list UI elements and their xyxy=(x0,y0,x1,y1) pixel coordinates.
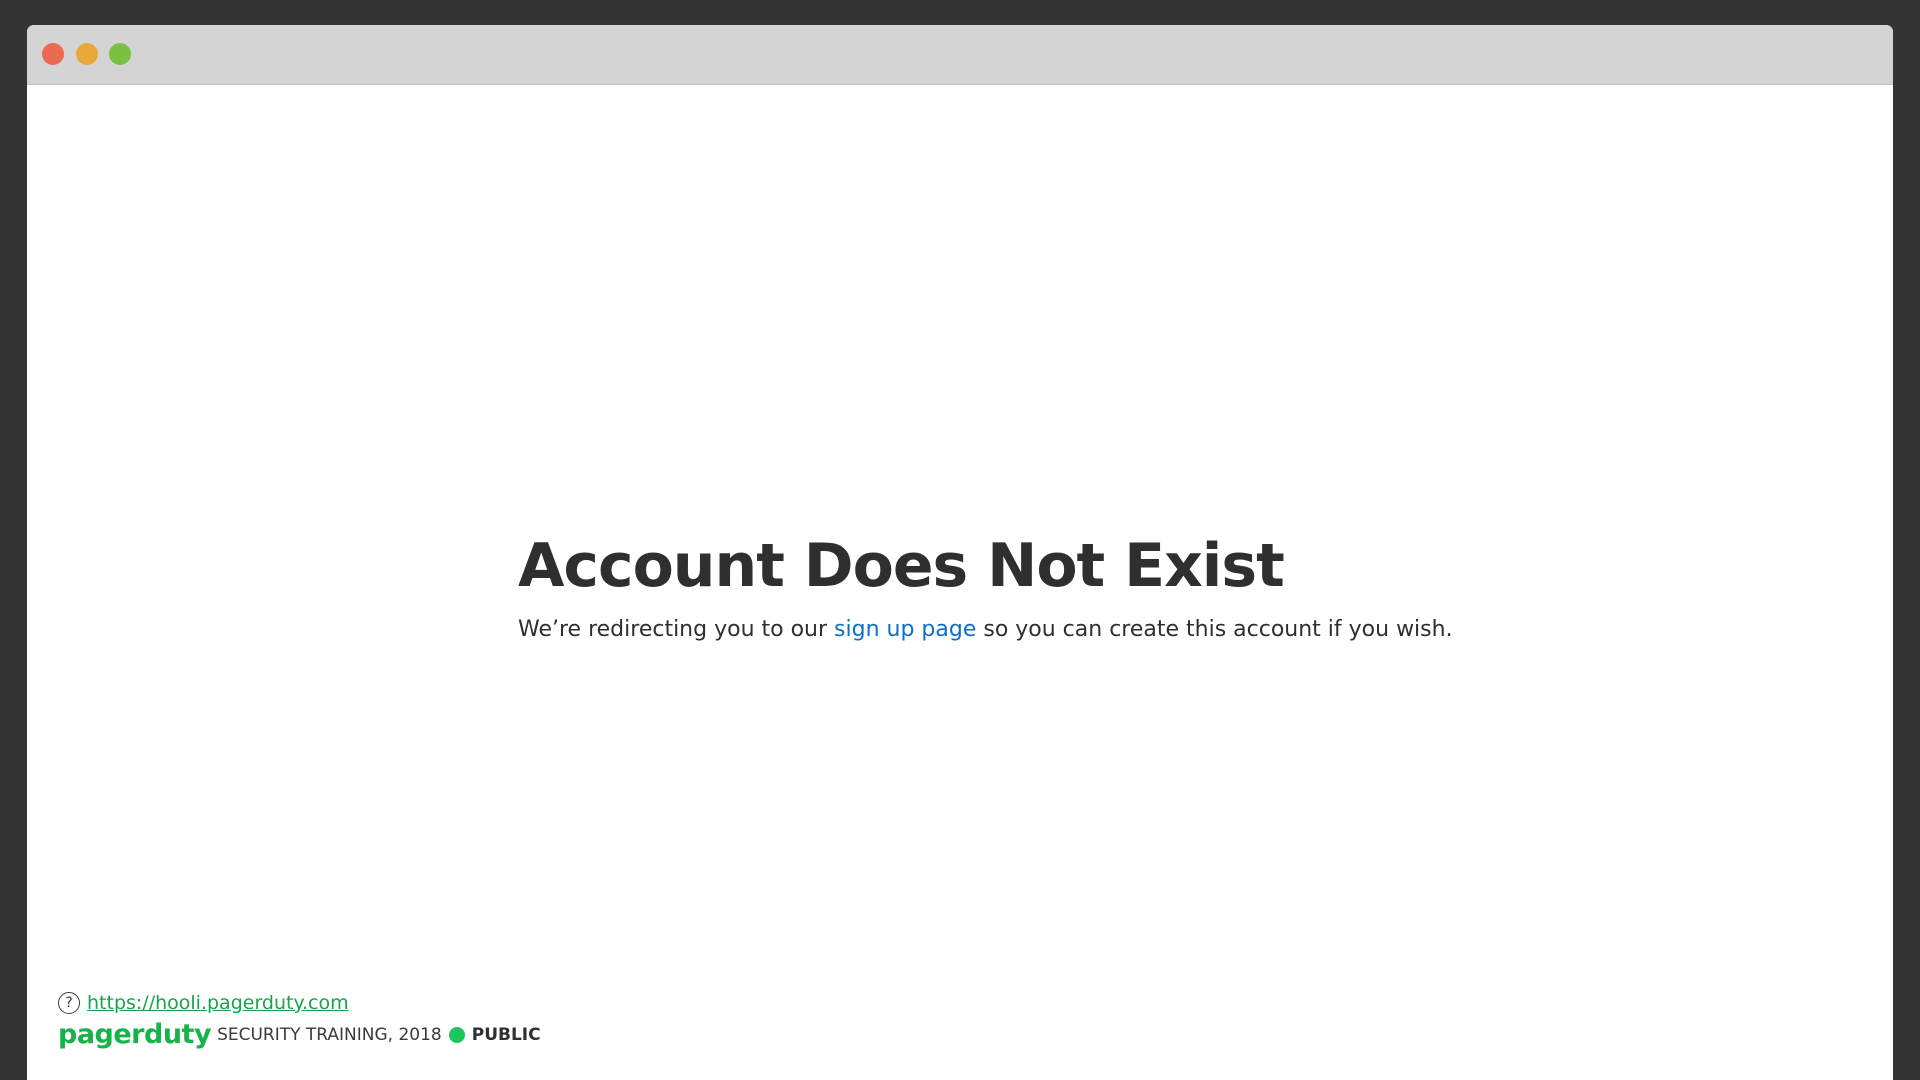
sign-up-link[interactable]: sign up page xyxy=(834,617,976,642)
footer: ? https://hooli.pagerduty.com pagerduty … xyxy=(58,989,541,1048)
footer-brand-row: pagerduty SECURITY TRAINING, 2018 PUBLIC xyxy=(58,1021,541,1048)
page-title: Account Does Not Exist xyxy=(518,531,1285,601)
footer-url-row: ? https://hooli.pagerduty.com xyxy=(58,989,541,1017)
message-text-after: so you can create this account if you wi… xyxy=(976,617,1453,642)
message-text-before: We’re redirecting you to our xyxy=(518,617,835,642)
footer-url-link[interactable]: https://hooli.pagerduty.com xyxy=(87,992,349,1014)
close-window-button[interactable] xyxy=(42,43,64,65)
classification-label: PUBLIC xyxy=(471,1024,541,1045)
error-message: Account Does Not Exist We’re redirecting… xyxy=(518,533,1453,642)
browser-window: Account Does Not Exist We’re redirecting… xyxy=(27,25,1893,1080)
page-content: Account Does Not Exist We’re redirecting… xyxy=(27,85,1893,1080)
zoom-window-button[interactable] xyxy=(109,43,131,65)
minimize-window-button[interactable] xyxy=(76,43,98,65)
footer-meta: SECURITY TRAINING, 2018 xyxy=(217,1024,442,1045)
status-dot-icon xyxy=(448,1026,465,1043)
title-bar xyxy=(27,25,1893,85)
redirect-message: We’re redirecting you to our sign up pag… xyxy=(518,617,1453,642)
help-circle-icon: ? xyxy=(58,992,80,1014)
pagerduty-logo: pagerduty xyxy=(58,1019,212,1050)
